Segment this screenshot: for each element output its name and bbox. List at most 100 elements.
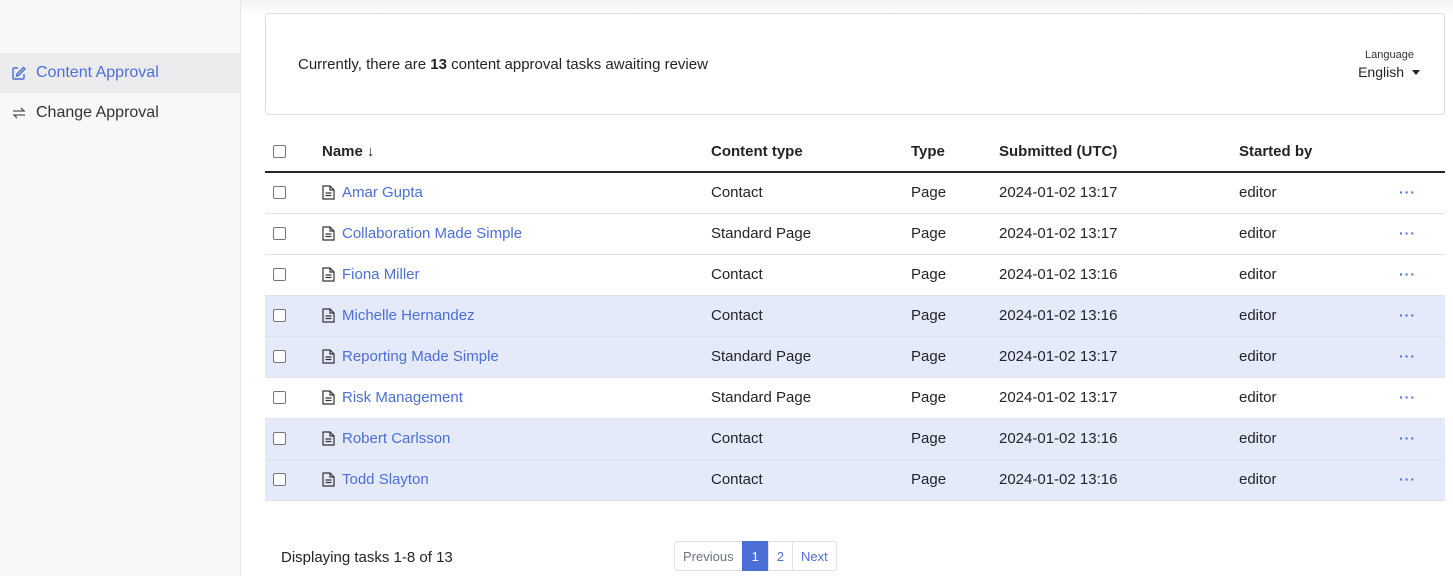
document-icon — [322, 349, 335, 364]
row-checkbox[interactable] — [273, 391, 286, 404]
page-1-button[interactable]: 1 — [741, 541, 769, 571]
sidebar-item-change-approval[interactable]: Change Approval — [0, 93, 240, 133]
more-actions-icon[interactable]: ··· — [1399, 348, 1416, 364]
tasks-table-body: Amar Gupta Contact Page 2024-01-02 13:17… — [265, 172, 1445, 501]
language-selector: Language English — [1358, 49, 1420, 81]
content-type-cell: Contact — [711, 295, 911, 337]
language-label: Language — [1365, 49, 1414, 61]
pagination: Previous 1 2 Next — [674, 541, 837, 571]
column-header-type[interactable]: Type — [911, 131, 999, 173]
started-by-cell: editor — [1239, 172, 1399, 214]
document-icon — [322, 472, 335, 487]
content-type-cell: Contact — [711, 459, 911, 501]
content-type-cell: Contact — [711, 254, 911, 296]
task-name-link[interactable]: Reporting Made Simple — [342, 348, 499, 365]
sidebar-item-label: Change Approval — [36, 104, 159, 121]
submitted-cell: 2024-01-02 13:17 — [999, 172, 1239, 214]
type-cell: Page — [911, 336, 999, 378]
type-cell: Page — [911, 295, 999, 337]
table-header-row: Name ↓ Content type Type Submitted (UTC) … — [265, 131, 1445, 173]
submitted-cell: 2024-01-02 13:16 — [999, 295, 1239, 337]
started-by-cell: editor — [1239, 295, 1399, 337]
table-row: Amar Gupta Contact Page 2024-01-02 13:17… — [265, 172, 1445, 214]
table-row: Michelle Hernandez Contact Page 2024-01-… — [265, 295, 1445, 337]
row-checkbox[interactable] — [273, 227, 286, 240]
submitted-cell: 2024-01-02 13:17 — [999, 336, 1239, 378]
table-row: Reporting Made Simple Standard Page Page… — [265, 336, 1445, 378]
row-checkbox[interactable] — [273, 350, 286, 363]
content-type-cell: Contact — [711, 172, 911, 214]
sidebar-item-label: Content Approval — [36, 64, 159, 81]
task-name-link[interactable]: Fiona Miller — [342, 266, 420, 283]
submitted-cell: 2024-01-02 13:16 — [999, 418, 1239, 460]
started-by-cell: editor — [1239, 254, 1399, 296]
document-icon — [322, 390, 335, 405]
type-cell: Page — [911, 213, 999, 255]
type-cell: Page — [911, 459, 999, 501]
table-row: Todd Slayton Contact Page 2024-01-02 13:… — [265, 459, 1445, 501]
document-icon — [322, 226, 335, 241]
more-actions-icon[interactable]: ··· — [1399, 266, 1416, 282]
row-checkbox[interactable] — [273, 268, 286, 281]
caret-down-icon — [1412, 69, 1420, 75]
task-name-link[interactable]: Robert Carlsson — [342, 430, 450, 447]
submitted-cell: 2024-01-02 13:16 — [999, 254, 1239, 296]
more-actions-icon[interactable]: ··· — [1399, 471, 1416, 487]
task-name-link[interactable]: Collaboration Made Simple — [342, 225, 522, 242]
row-checkbox[interactable] — [273, 473, 286, 486]
started-by-cell: editor — [1239, 336, 1399, 378]
more-actions-icon[interactable]: ··· — [1399, 389, 1416, 405]
task-name-link[interactable]: Risk Management — [342, 389, 463, 406]
sidebar: Content Approval Change Approval — [0, 0, 241, 576]
page-2-button[interactable]: 2 — [767, 541, 794, 571]
task-name-link[interactable]: Michelle Hernandez — [342, 307, 475, 324]
content-type-cell: Standard Page — [711, 336, 911, 378]
task-count: 13 — [430, 56, 447, 73]
display-count-text: Displaying tasks 1-8 of 13 — [281, 549, 453, 566]
previous-page-button[interactable]: Previous — [674, 541, 743, 571]
more-actions-icon[interactable]: ··· — [1399, 184, 1416, 200]
more-actions-icon[interactable]: ··· — [1399, 307, 1416, 323]
column-header-name[interactable]: Name ↓ — [322, 131, 711, 173]
more-actions-icon[interactable]: ··· — [1399, 430, 1416, 446]
column-header-submitted[interactable]: Submitted (UTC) — [999, 131, 1239, 173]
type-cell: Page — [911, 172, 999, 214]
edit-icon — [12, 66, 26, 80]
type-cell: Page — [911, 418, 999, 460]
row-checkbox[interactable] — [273, 186, 286, 200]
started-by-cell: editor — [1239, 459, 1399, 501]
sidebar-item-content-approval[interactable]: Content Approval — [0, 53, 240, 93]
sort-down-icon: ↓ — [366, 142, 375, 160]
row-checkbox[interactable] — [273, 432, 286, 445]
type-cell: Page — [911, 254, 999, 296]
table-row: Risk Management Standard Page Page 2024-… — [265, 377, 1445, 419]
started-by-cell: editor — [1239, 418, 1399, 460]
table-row: Collaboration Made Simple Standard Page … — [265, 213, 1445, 255]
task-name-link[interactable]: Todd Slayton — [342, 471, 429, 488]
tasks-table: Name ↓ Content type Type Submitted (UTC) … — [265, 131, 1445, 501]
summary-card: Currently, there are 13 content approval… — [265, 13, 1445, 115]
select-all-cell — [265, 131, 322, 173]
select-all-checkbox[interactable] — [273, 144, 286, 158]
table-row: Fiona Miller Contact Page 2024-01-02 13:… — [265, 254, 1445, 296]
swap-arrows-icon — [12, 107, 26, 119]
column-header-content-type[interactable]: Content type — [711, 131, 911, 173]
summary-text: Currently, there are 13 content approval… — [298, 56, 708, 73]
started-by-cell: editor — [1239, 377, 1399, 419]
more-actions-icon[interactable]: ··· — [1399, 225, 1416, 241]
next-page-button[interactable]: Next — [792, 541, 837, 571]
document-icon — [322, 185, 335, 200]
document-icon — [322, 308, 335, 323]
submitted-cell: 2024-01-02 13:16 — [999, 459, 1239, 501]
language-dropdown[interactable]: English — [1358, 64, 1420, 80]
column-header-started-by[interactable]: Started by — [1239, 131, 1399, 173]
column-header-actions — [1399, 131, 1445, 173]
document-icon — [322, 267, 335, 282]
submitted-cell: 2024-01-02 13:17 — [999, 213, 1239, 255]
row-checkbox[interactable] — [273, 309, 286, 322]
table-row: Robert Carlsson Contact Page 2024-01-02 … — [265, 418, 1445, 460]
task-name-link[interactable]: Amar Gupta — [342, 184, 423, 201]
content-type-cell: Standard Page — [711, 377, 911, 419]
document-icon — [322, 431, 335, 446]
content-type-cell: Standard Page — [711, 213, 911, 255]
